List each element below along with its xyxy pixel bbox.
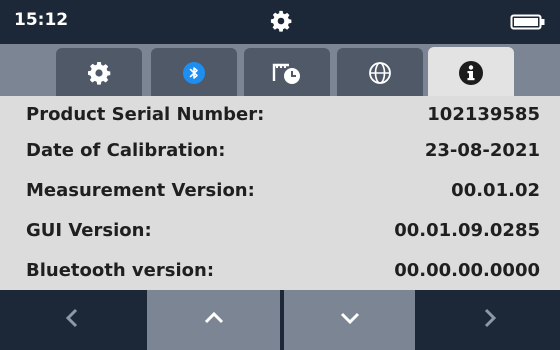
status-bar: 15:12 — [0, 0, 560, 44]
chevron-down-icon — [338, 308, 362, 332]
chevron-right-icon — [480, 306, 500, 334]
info-row-measurement-version: Measurement Version: 00.01.02 — [0, 174, 560, 210]
calibration-clock-icon — [271, 60, 303, 86]
globe-icon — [368, 61, 392, 85]
info-value: 00.00.00.0000 — [394, 260, 540, 281]
info-icon — [458, 60, 484, 86]
info-label: Measurement Version: — [26, 180, 255, 201]
info-row-serial: Product Serial Number: 102139585 — [0, 98, 560, 134]
info-row-calibration-date: Date of Calibration: 23-08-2021 — [0, 134, 560, 170]
battery-icon — [510, 14, 546, 30]
info-label: Date of Calibration: — [26, 140, 226, 161]
info-value: 00.01.09.0285 — [394, 220, 540, 241]
info-value: 00.01.02 — [451, 180, 540, 201]
gear-icon — [270, 10, 292, 32]
tab-strip — [0, 44, 560, 99]
info-row-gui-version: GUI Version: 00.01.09.0285 — [0, 214, 560, 250]
tab-language[interactable] — [337, 48, 423, 98]
info-value: 23-08-2021 — [424, 140, 540, 161]
nav-bar — [0, 290, 560, 350]
scroll-down-button[interactable] — [284, 290, 415, 350]
info-value: 102139585 — [427, 104, 540, 125]
info-label: Bluetooth version: — [26, 260, 215, 281]
chevron-up-icon — [202, 308, 226, 332]
next-button[interactable] — [420, 290, 560, 350]
gear-icon — [87, 61, 111, 85]
device-info-panel: Product Serial Number: 102139585 Date of… — [0, 96, 560, 290]
prev-button[interactable] — [0, 290, 144, 350]
tab-info[interactable] — [428, 47, 514, 99]
tab-bluetooth[interactable] — [151, 48, 237, 98]
bluetooth-icon — [182, 61, 206, 85]
tab-calibration-schedule[interactable] — [244, 48, 330, 98]
info-row-bluetooth-version: Bluetooth version: 00.00.00.0000 — [0, 254, 560, 290]
tab-settings[interactable] — [56, 48, 142, 98]
status-time: 15:12 — [14, 10, 69, 30]
info-label: Product Serial Number: — [26, 104, 265, 125]
chevron-left-icon — [62, 306, 82, 334]
scroll-up-button[interactable] — [147, 290, 280, 350]
info-label: GUI Version: — [26, 220, 152, 241]
